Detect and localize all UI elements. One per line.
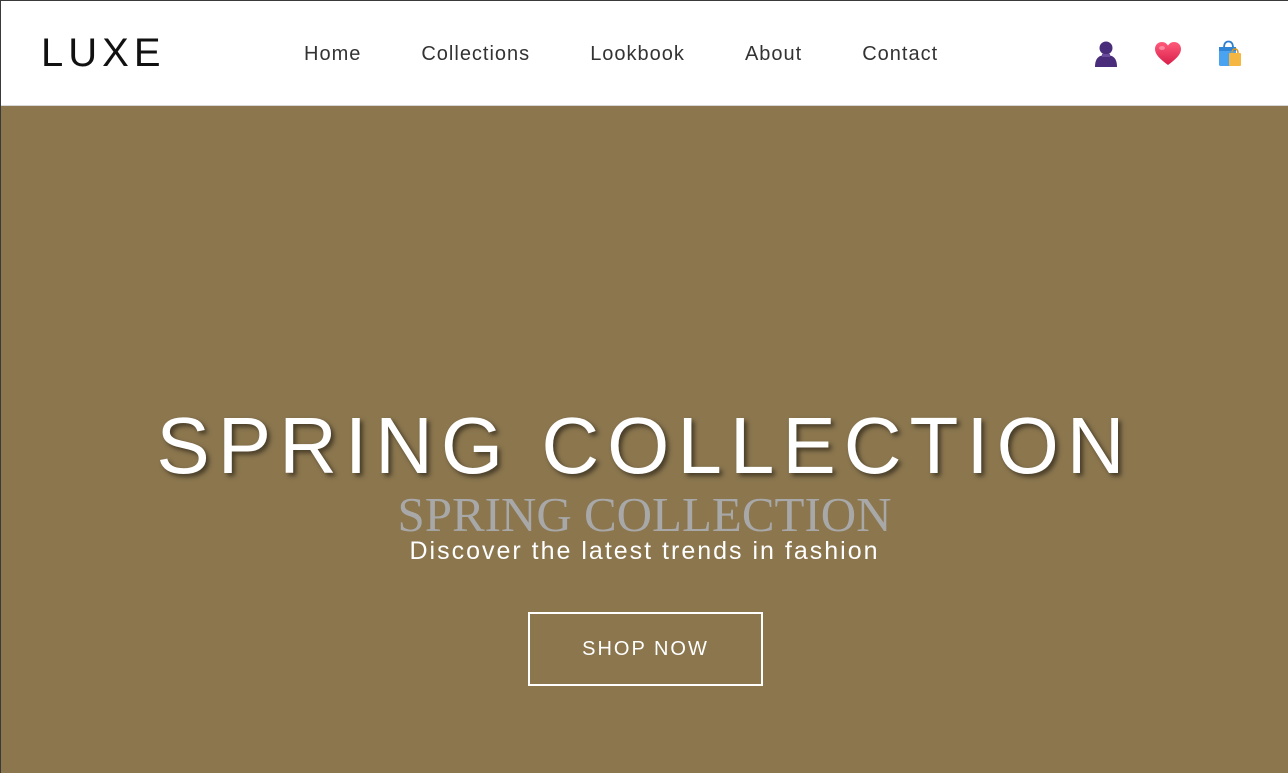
nav-link-home[interactable]: Home: [304, 40, 361, 68]
nav-link-collections[interactable]: Collections: [421, 40, 530, 68]
shop-now-button[interactable]: SHOP NOW: [528, 612, 763, 686]
page: LUXE Home Collections Lookbook About Con…: [0, 0, 1288, 773]
hero-title-echo: SPRING COLLECTION: [397, 487, 892, 542]
cart-button[interactable]: [1213, 37, 1247, 71]
nav-link-lookbook[interactable]: Lookbook: [590, 40, 685, 68]
hero-title: SPRING COLLECTION: [156, 401, 1133, 490]
brand-logo[interactable]: LUXE: [41, 31, 166, 75]
header-icons: [1089, 37, 1247, 71]
heart-icon: [1155, 42, 1181, 65]
account-button[interactable]: [1089, 37, 1123, 71]
main-nav: Home Collections Lookbook About Contact: [274, 40, 968, 68]
nav-link-contact[interactable]: Contact: [862, 40, 938, 68]
shopping-bag-icon: [1219, 40, 1241, 66]
user-icon: [1095, 41, 1117, 67]
hero-banner: SPRING COLLECTION SPRING COLLECTION Disc…: [1, 106, 1288, 773]
hero-tagline: Discover the latest trends in fashion: [409, 537, 880, 565]
nav-link-about[interactable]: About: [745, 40, 802, 68]
site-header: LUXE Home Collections Lookbook About Con…: [1, 1, 1288, 106]
wishlist-button[interactable]: [1151, 37, 1185, 71]
